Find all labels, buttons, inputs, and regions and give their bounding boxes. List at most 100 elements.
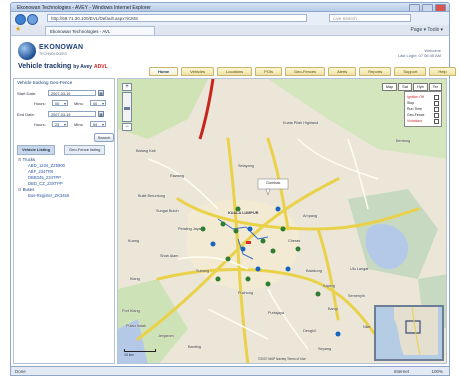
checkbox-icon[interactable] [434, 118, 439, 124]
map-label: Banting [188, 345, 201, 349]
app-title: Vehicle tracking by Avey ADVL [18, 63, 108, 70]
map-label: Pulau Indah [126, 324, 147, 328]
zoom-knob[interactable] [124, 107, 130, 110]
map-label: Kuang [128, 239, 139, 243]
zoom-slider[interactable] [122, 92, 132, 122]
map-label: Ulu Langat [350, 267, 369, 271]
map-label: Batang Kali [136, 149, 156, 153]
map-label: Semenyih [348, 294, 365, 298]
window-title: Ekonowan Technologies - AVEY - Windows I… [17, 5, 151, 11]
map-label: Bangi [328, 307, 338, 311]
menu-help[interactable]: Help [429, 67, 456, 76]
map-label: Klang [130, 277, 140, 281]
map-label: Shah Alam [160, 254, 179, 258]
map-type-map[interactable]: Map [381, 83, 398, 91]
end-mins-label: Mins: [74, 122, 84, 127]
map-view[interactable]: + − Map Sat Hyb Ter Ignition Off Stop Ru… [117, 78, 447, 364]
menu-alerts[interactable]: Alerts [328, 67, 357, 76]
logo-tagline: TECHNOLOGIES [39, 52, 67, 56]
map-label: Bentong [396, 139, 411, 143]
map-label: Gombak [266, 181, 281, 185]
calendar-icon[interactable]: ▦ [98, 111, 104, 117]
back-icon[interactable] [15, 14, 26, 25]
end-date-input[interactable]: 2007-03-19 [48, 111, 96, 117]
globe-logo-icon [18, 42, 36, 60]
search-button[interactable]: Search [94, 133, 114, 142]
tab-geofence-listing[interactable]: Geo-Fence listing [64, 145, 106, 155]
window-titlebar: Ekonowan Technologies - AVEY - Windows I… [10, 2, 450, 12]
minimize-button[interactable] [409, 4, 420, 11]
app-title-badge: ADVL [94, 64, 108, 70]
zoom-in-button[interactable]: + [122, 83, 132, 91]
map-label: Port Klang [122, 309, 140, 313]
left-panel: Vehicle tracking Geo-Fence Start Date: 2… [13, 78, 115, 364]
map-label: Rawang [170, 174, 184, 178]
map-legend: Ignition Off Stop Run Time Geo-Fence Vio… [404, 91, 442, 127]
map-label: Subang [196, 269, 210, 273]
map-attribution[interactable]: ©2007 MAP Navteq Terms of Use [258, 357, 306, 361]
status-bar: Done Internet 100% [10, 366, 450, 376]
start-mins-select[interactable]: 00 [90, 100, 106, 107]
address-bar[interactable]: http://69.71.30.100/EVL/Default.aspx?iCM… [47, 14, 307, 22]
menu-locations[interactable]: Locations [217, 67, 253, 76]
start-date-input[interactable]: 2007-03-19 [48, 90, 96, 96]
search-input[interactable]: Live Search [329, 14, 411, 22]
calendar-icon[interactable]: ▦ [98, 90, 104, 96]
start-hours-select[interactable]: 00 [52, 100, 68, 107]
overview-canvas [394, 307, 438, 355]
map-label: Petaling Jaya [178, 227, 201, 231]
main-menu: Home Vehicles Locations POIs Geo-Fences … [149, 67, 456, 76]
end-date-label: End Date: [17, 112, 35, 117]
zoom-control: + − [122, 83, 132, 132]
map-type-sat[interactable]: Sat [398, 83, 412, 91]
start-hours-label: Hours: [34, 101, 46, 106]
tab-vehicle-listing-label: Vehicle Listing [22, 147, 51, 152]
zoom-out-button[interactable]: − [122, 123, 132, 131]
legend-row[interactable]: Violations [407, 118, 439, 124]
map-label: Cheras [288, 239, 301, 243]
map-type-hyb[interactable]: Hyb [412, 83, 428, 91]
end-hours-select[interactable]: 23 [52, 121, 68, 128]
map-type-switch: Map Sat Hyb Ter [381, 83, 442, 91]
browser-tools[interactable]: Page ▾ Tools ▾ [411, 26, 443, 35]
legend-label: Violations [407, 119, 423, 123]
user-info: Welcome Last Login: 07 06:45 AM [398, 48, 441, 58]
menu-pois[interactable]: POIs [255, 67, 283, 76]
panel-title: Vehicle tracking Geo-Fence [17, 80, 73, 85]
start-date-label: Start Date: [17, 91, 37, 96]
map-label: Ampang [303, 214, 318, 218]
app-title-suffix: by Avey [73, 64, 93, 70]
browser-tab[interactable]: Ekonowan Technologies - AVL [45, 26, 155, 35]
tab-geofence-listing-label: Geo-Fence listing [69, 147, 101, 152]
vehicle-tree: Trucks ABD_1234_ZZ5900 ABF_234TR6 DBB345… [18, 157, 112, 199]
map-label: Kajang [323, 284, 335, 288]
maximize-button[interactable] [422, 4, 433, 11]
checkbox-icon[interactable] [434, 106, 439, 112]
page-zoom[interactable]: 100% [431, 367, 443, 376]
menu-geofences[interactable]: Geo-Fences [285, 67, 326, 76]
forward-icon[interactable] [27, 14, 38, 25]
app-title-prefix: Vehicle tracking [18, 63, 72, 70]
favorites-star-icon[interactable]: ★ [15, 26, 23, 33]
map-label: Jenjarom [158, 334, 174, 338]
tree-item[interactable]: Bus-Register_ZK3456 [18, 193, 112, 199]
security-zone: Internet [393, 369, 409, 374]
checkbox-icon[interactable] [434, 112, 439, 118]
menu-support[interactable]: Support [394, 67, 427, 76]
map-label: Kuala Pilah Highland [283, 121, 319, 125]
start-mins-label: Mins: [74, 101, 84, 106]
menu-vehicles[interactable]: Vehicles [181, 67, 215, 76]
overview-map[interactable] [374, 305, 444, 361]
map-label: Bukit Beruntung [138, 194, 166, 198]
menu-reports[interactable]: Reports [359, 67, 392, 76]
end-mins-select[interactable]: 59 [90, 121, 106, 128]
checkbox-icon[interactable] [434, 94, 439, 100]
map-type-ter[interactable]: Ter [428, 83, 442, 91]
scale-bar [124, 349, 156, 352]
menu-home[interactable]: Home [149, 67, 179, 76]
close-button[interactable] [435, 4, 446, 11]
status-text: Done [15, 369, 26, 374]
browser-tabbar: ★ Ekonowan Technologies - AVL Page ▾ Too… [10, 25, 450, 36]
checkbox-icon[interactable] [434, 100, 439, 106]
tab-vehicle-listing[interactable]: Vehicle Listing [17, 145, 56, 155]
